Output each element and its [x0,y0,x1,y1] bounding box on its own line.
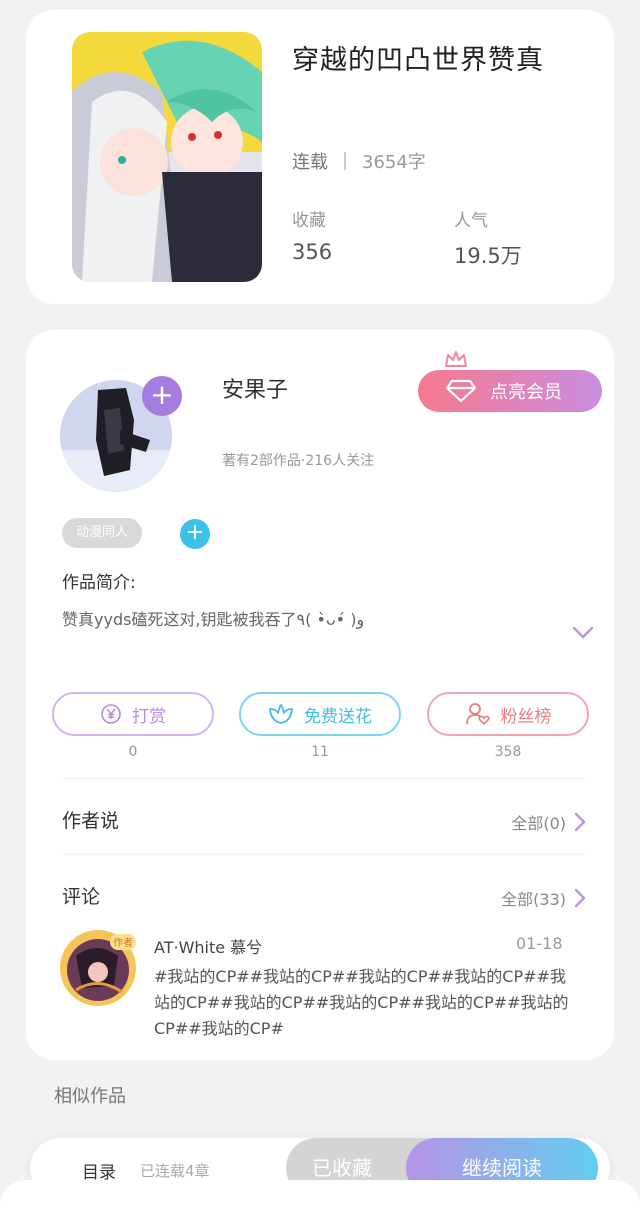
book-info-card: 穿越的凹凸世界赞真 连载 3654字 收藏 356 人气 19.5万 [26,10,614,304]
author-card: + 安果子 著有2部作品·216人关注 点亮会员 动漫同人 + 作品简介: 赞真… [26,330,614,1060]
book-meta: 连载 3654字 [292,148,426,174]
chevron-right-icon [574,888,586,908]
book-word-count: 3654字 [362,152,426,173]
tip-button[interactable]: 打赏 [52,692,214,736]
comment-date: 01-18 [516,934,563,953]
flower-count: 11 [311,744,329,760]
popularity-value: 19.5万 [454,244,522,268]
fans-ranking-button[interactable]: 粉丝榜 [427,692,589,736]
book-cover-image[interactable] [72,32,262,282]
comment-username[interactable]: AT·White 慕兮 [154,934,262,958]
author-says-link-label: 全部(0) [511,814,566,833]
favorites-value: 356 [292,240,333,264]
genre-tag[interactable]: 动漫同人 [62,518,143,548]
author-says-title: 作者说 [62,810,120,832]
book-status: 连载 [292,152,328,173]
comments-title: 评论 [62,886,101,908]
intro-label: 作品简介: [62,573,136,593]
divider [62,854,586,855]
author-name: 安果子 [222,378,289,403]
comment-text[interactable]: #我站的CP##我站的CP##我站的CP##我站的CP##我站的CP##我站的C… [154,964,574,1042]
fans-count: 358 [494,744,522,760]
vip-button-label: 点亮会员 [490,382,562,403]
popularity-label: 人气 [454,211,488,231]
fans-icon [465,703,490,726]
diamond-icon [446,379,476,403]
author-says-all-link[interactable]: 全部(0) [511,810,586,834]
tip-label: 打赏 [132,706,166,727]
flower-icon [269,704,293,724]
similar-works-title: 相似作品 [54,1086,126,1107]
comments-all-link[interactable]: 全部(33) [501,886,586,910]
author-badge: 作者 [113,937,133,949]
vip-button[interactable]: 点亮会员 [418,370,602,412]
home-indicator-bar [0,1180,640,1210]
tip-count: 0 [128,744,138,760]
add-tag-button[interactable]: + [180,519,210,549]
chevron-right-icon [574,812,586,832]
meta-divider [344,152,346,170]
book-title: 穿越的凹凸世界赞真 [292,45,544,76]
commenter-avatar[interactable]: 作者 [56,926,140,1010]
yen-icon [101,704,121,724]
comments-link-label: 全部(33) [501,890,566,909]
author-stats: 著有2部作品·216人关注 [222,453,375,469]
favorites-label: 收藏 [292,211,326,231]
follow-author-button[interactable]: + [142,376,182,416]
fans-ranking-label: 粉丝榜 [500,706,552,727]
intro-text: 赞真yyds磕死这对,钥匙被我吞了٩( •̀ᴗ•́ )و [62,610,365,629]
send-flower-button[interactable]: 免费送花 [239,692,401,736]
send-flower-label: 免费送花 [304,706,372,727]
expand-chevron-down-icon[interactable] [572,626,594,640]
crown-icon [445,351,467,367]
chapter-count: 已连载4章 [140,1162,210,1180]
divider [62,778,586,779]
